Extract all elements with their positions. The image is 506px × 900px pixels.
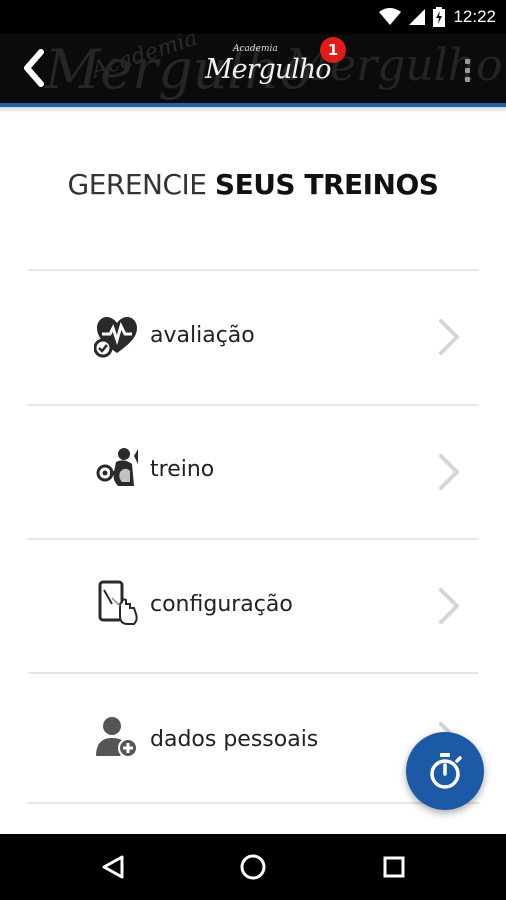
chevron-right-icon — [439, 319, 459, 355]
app-bar-shadow — [0, 107, 506, 113]
chevron-right-icon — [439, 454, 459, 490]
status-bar: 12:22 — [0, 0, 506, 34]
square-recents-icon — [383, 856, 405, 878]
menu-item-label: avaliação — [150, 323, 255, 348]
system-navigation-bar — [0, 834, 506, 900]
menu-item-configuracao[interactable]: configuração — [28, 540, 479, 672]
menu-item-label: configuração — [150, 592, 293, 617]
add-user-icon — [96, 717, 138, 758]
overflow-menu-button[interactable] — [452, 50, 482, 90]
menu-item-label: treino — [150, 457, 215, 482]
bodybuilder-icon — [96, 448, 138, 486]
academy-logo: Academia Mergulho — [205, 40, 331, 96]
notification-badge[interactable]: 1 — [320, 37, 346, 63]
dot — [464, 76, 470, 82]
circle-home-icon — [240, 854, 266, 880]
nav-back-button[interactable] — [93, 847, 133, 887]
back-button[interactable] — [12, 44, 56, 92]
status-icons: 12:22 — [379, 0, 496, 34]
signal-icon — [409, 9, 426, 25]
divider — [28, 802, 479, 804]
page-title-bold: SEUS TREINOS — [214, 168, 439, 201]
wifi-icon — [379, 8, 402, 25]
page-title: GERENCIE SEUS TREINOS — [0, 168, 506, 201]
stopwatch-fab-button[interactable] — [406, 732, 484, 810]
triangle-back-icon — [102, 855, 124, 879]
app-bar: Academia Mergulho Mergulho Academia Merg… — [0, 34, 506, 103]
menu-item-label: dados pessoais — [150, 727, 319, 752]
status-time: 12:22 — [453, 7, 496, 26]
phone-touch-icon — [98, 580, 138, 625]
logo-main-text: Mergulho — [205, 54, 331, 85]
nav-recents-button[interactable] — [374, 847, 414, 887]
stopwatch-icon — [430, 753, 462, 789]
heart-check-icon — [94, 317, 137, 358]
nav-home-button[interactable] — [233, 847, 273, 887]
logo-small-text: Academia — [233, 44, 278, 54]
menu-item-avaliacao[interactable]: avaliação — [28, 271, 479, 403]
chevron-right-icon — [439, 588, 459, 624]
dot — [464, 67, 470, 73]
menu-item-treino[interactable]: treino — [28, 406, 479, 538]
page-title-light: GERENCIE — [67, 168, 207, 201]
dot — [464, 58, 470, 64]
battery-charging-icon — [433, 7, 446, 27]
chevron-left-icon — [24, 49, 44, 87]
